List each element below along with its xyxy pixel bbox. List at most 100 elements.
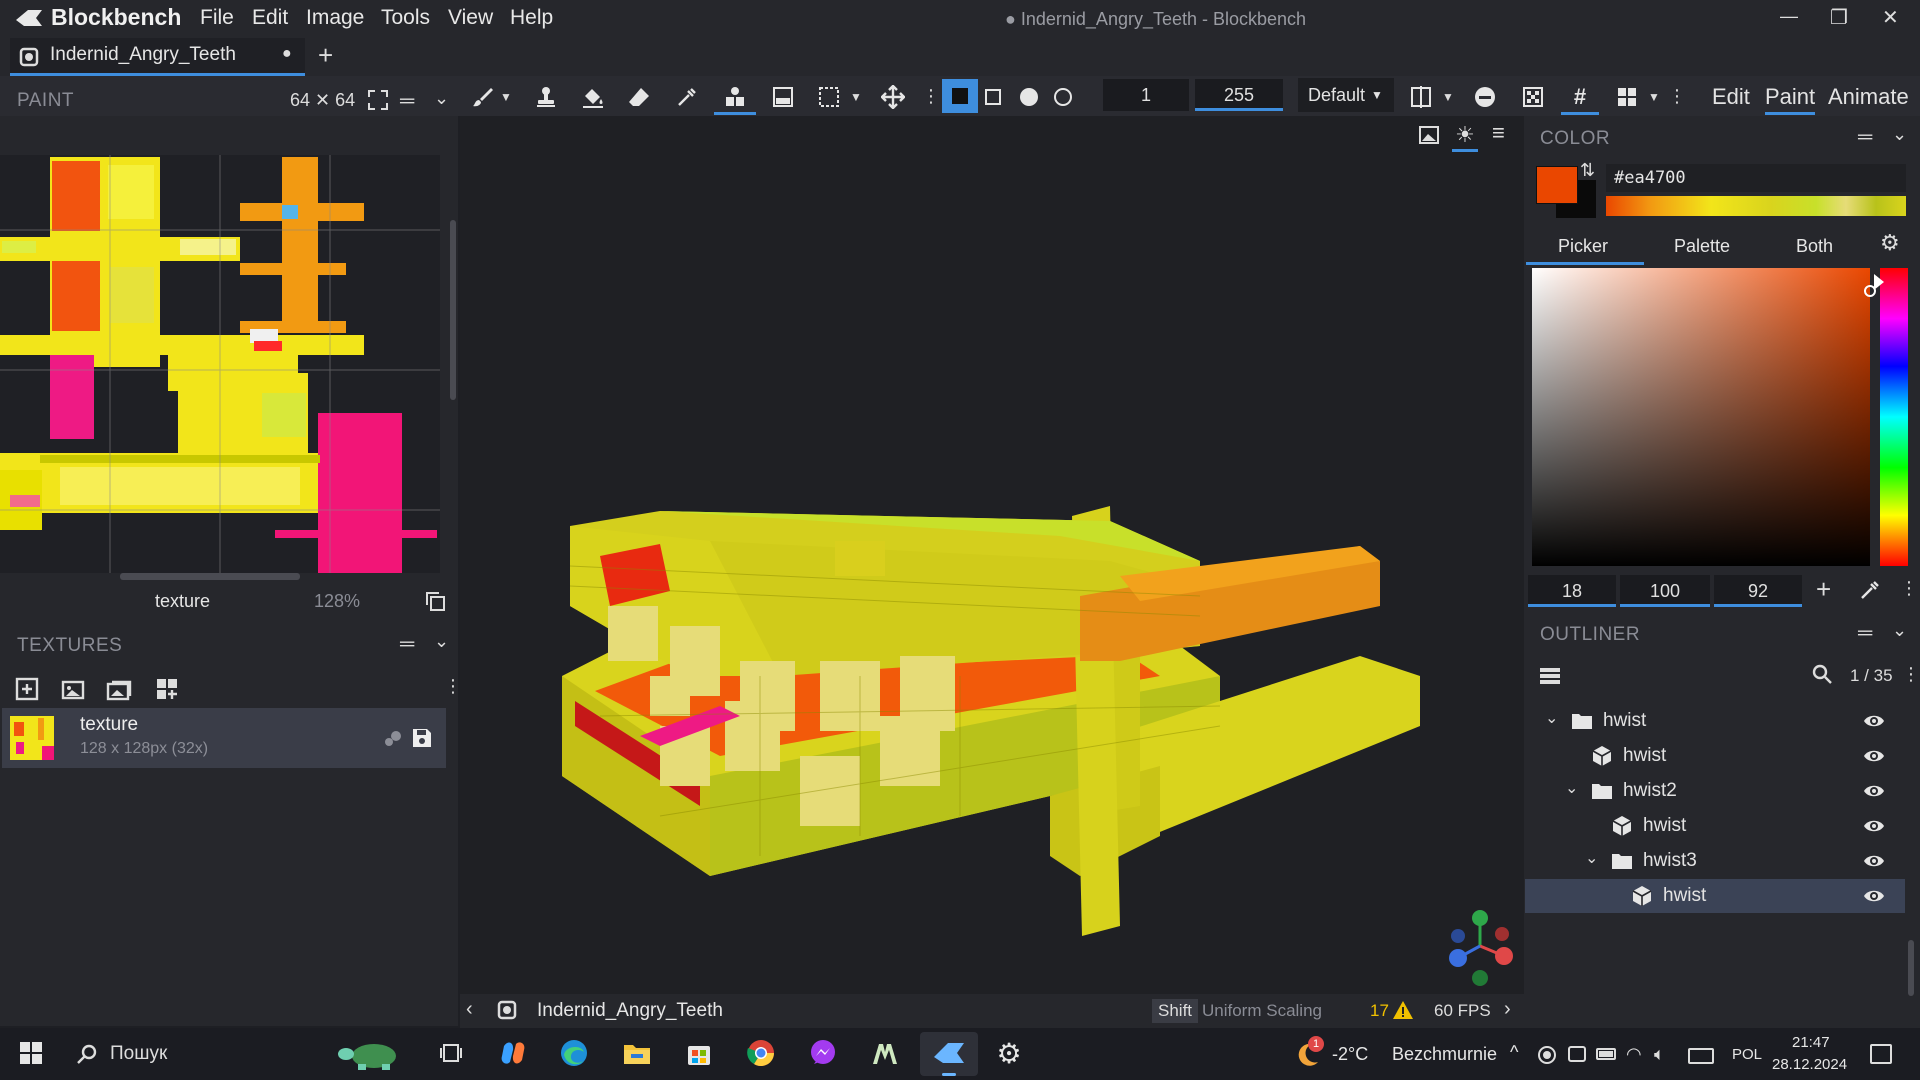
tray-language[interactable]: POL [1732,1046,1762,1063]
viewport-menu-icon[interactable]: ≡ [1492,120,1505,146]
color-tab-palette[interactable]: Palette [1674,236,1730,257]
square-outline-icon[interactable] [980,84,1006,110]
status-forward-icon[interactable]: › [1504,998,1511,1021]
selection-icon[interactable] [816,84,842,110]
outliner-scrollbar[interactable] [1908,940,1914,996]
eye-icon[interactable] [1863,816,1885,836]
lock-alpha-icon[interactable] [1472,84,1498,110]
layout-dropdown-icon[interactable]: ▼ [1648,90,1660,104]
mirror-dropdown-icon[interactable]: ▼ [1442,90,1454,104]
texture-atlas-icon[interactable] [154,676,180,702]
hue-field[interactable]: 18 [1528,575,1616,607]
blend-mode-select[interactable]: Default ▼ [1298,78,1394,112]
eye-icon[interactable] [1863,781,1885,801]
eyedropper-icon[interactable] [674,84,700,110]
outliner-row[interactable]: ⌄ hwist [1525,704,1905,738]
chevron-down-icon[interactable]: ⌄ [434,88,449,109]
axis-gizmo[interactable] [1440,906,1520,986]
status-warning-count[interactable]: 17 [1370,1001,1389,1021]
new-tab-button[interactable]: + [318,40,333,71]
color-tab-both[interactable]: Both [1796,236,1833,257]
minecraft-launcher-icon[interactable] [868,1036,902,1070]
brush-size-field[interactable]: 1 [1103,79,1189,111]
value-field[interactable]: 92 [1714,575,1802,607]
tray-date[interactable]: 28.12.2024 [1772,1056,1847,1073]
fill-bucket-icon[interactable] [580,84,606,110]
textures-menu-icon[interactable]: ═ [400,633,414,656]
swap-colors-icon[interactable]: ⇅ [1580,160,1595,181]
warning-icon[interactable] [1392,999,1414,1021]
color-tab-picker[interactable]: Picker [1558,236,1608,257]
weather-temp[interactable]: -2°C [1332,1044,1368,1065]
chrome-icon[interactable] [744,1036,778,1070]
eye-icon[interactable] [1863,711,1885,731]
tray-wifi-icon[interactable]: ◠ [1626,1044,1642,1065]
eye-icon[interactable] [1863,746,1885,766]
menu-view[interactable]: View [448,6,493,30]
tray-chevron-up-icon[interactable]: ^ [1510,1042,1518,1063]
minimize-button[interactable]: — [1780,6,1798,27]
mode-animate[interactable]: Animate [1828,84,1909,110]
tray-record-icon[interactable] [1538,1046,1556,1064]
brush-dropdown-icon[interactable]: ▼ [500,90,512,104]
move-icon[interactable] [880,84,906,110]
import-texture-icon[interactable] [60,676,86,702]
chevron-down-icon[interactable]: ⌄ [1565,778,1578,798]
layout-icon[interactable] [1614,84,1640,110]
brush-icon[interactable] [470,84,496,110]
toolbar-more-icon[interactable]: ⋮ [1668,86,1686,107]
stamp-icon[interactable] [533,84,559,110]
windows-start-icon[interactable] [14,1036,48,1070]
outliner-collapse-icon[interactable]: ⌄ [1892,620,1907,641]
chevron-down-icon[interactable]: ⌄ [1585,848,1598,868]
color-menu-icon[interactable]: ═ [1858,126,1872,149]
fullscreen-icon[interactable] [366,88,390,112]
tray-time[interactable]: 21:47 [1792,1034,1830,1051]
eraser-icon[interactable] [626,84,652,110]
uv-canvas[interactable] [0,155,440,573]
hue-handle[interactable] [1874,274,1884,290]
uv-scrollbar-vertical[interactable] [450,220,456,400]
add-texture-icon[interactable] [14,676,40,702]
outliner-row[interactable]: ⌄ hwist2 [1525,774,1905,808]
mode-paint[interactable]: Paint [1765,84,1816,115]
menu-image[interactable]: Image [306,6,364,30]
copilot-icon[interactable] [496,1036,530,1070]
eye-icon[interactable] [1863,886,1885,906]
shape-tool-icon[interactable] [722,84,748,110]
outliner-row[interactable]: hwist [1525,739,1905,773]
save-texture-icon[interactable] [410,726,434,750]
outliner-add-icon[interactable] [1538,664,1562,688]
opacity-field[interactable]: 255 [1195,79,1283,111]
viewport-3d[interactable]: ☀ ≡ [460,116,1524,994]
color-collapse-icon[interactable]: ⌄ [1892,124,1907,145]
outliner-row[interactable]: hwist [1525,809,1905,843]
texture-particle-icon[interactable] [382,728,404,750]
menu-edit[interactable]: Edit [252,6,288,30]
status-back-icon[interactable]: ‹ [466,998,473,1021]
outliner-menu-icon[interactable]: ═ [1858,622,1872,645]
taskbar-search[interactable]: Пошук [64,1034,414,1074]
unsaved-dot[interactable]: ● [282,45,292,63]
grid-icon[interactable]: # [1567,84,1593,110]
menu-lines-icon[interactable]: ═ [400,90,414,113]
circle-fill-icon[interactable] [1016,84,1042,110]
primary-color-swatch[interactable] [1536,166,1578,204]
mode-edit[interactable]: Edit [1712,84,1750,110]
checker-icon[interactable] [1520,84,1546,110]
outliner-row[interactable]: hwist [1525,879,1905,913]
textures-collapse-icon[interactable]: ⌄ [434,631,449,652]
recent-colors-strip[interactable] [1606,196,1906,216]
viewport-image-icon[interactable] [1418,124,1440,146]
more-vert-icon[interactable]: ⋮ [922,86,940,107]
microsoft-store-icon[interactable] [682,1036,716,1070]
menu-tools[interactable]: Tools [381,6,430,30]
weather-icon[interactable]: 1 [1292,1036,1324,1070]
notifications-icon[interactable] [1870,1044,1892,1064]
menu-help[interactable]: Help [510,6,553,30]
square-fill-button[interactable] [942,79,978,113]
mirror-painting-icon[interactable] [1408,84,1434,110]
saturation-field[interactable]: 100 [1620,575,1710,607]
weather-desc[interactable]: Bezchmurnie [1392,1044,1497,1065]
eye-icon[interactable] [1863,851,1885,871]
